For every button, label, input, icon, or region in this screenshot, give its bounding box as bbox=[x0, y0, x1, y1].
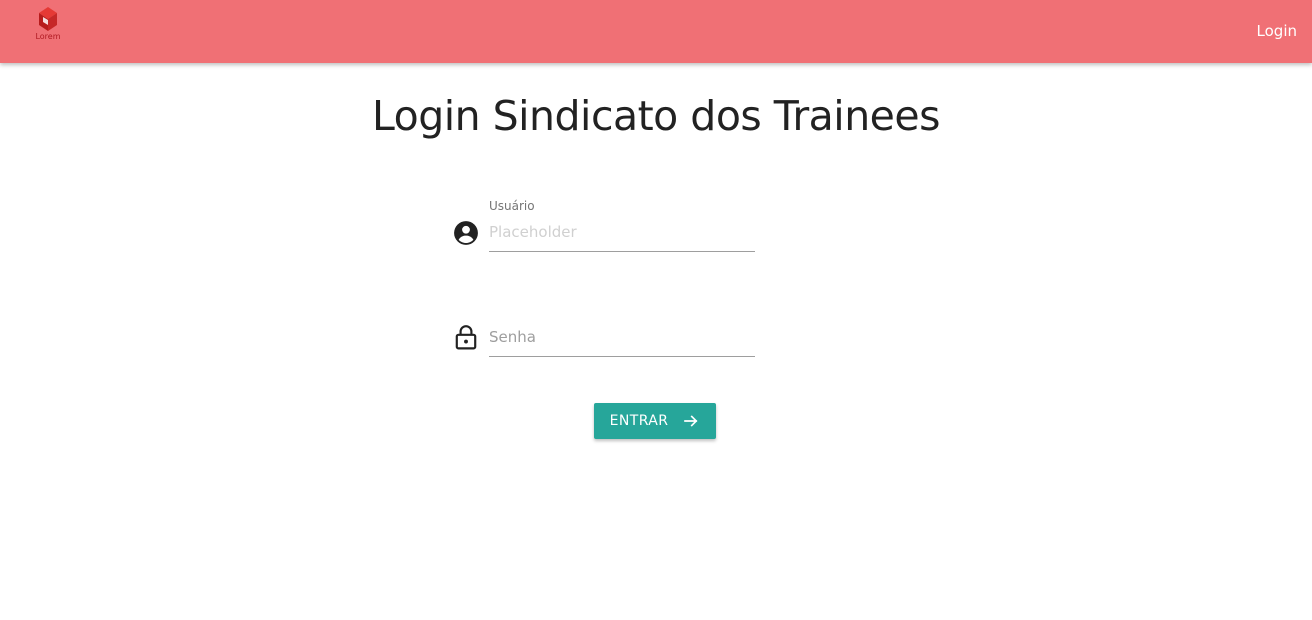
username-label: Usuário bbox=[489, 199, 535, 213]
arrow-right-icon bbox=[684, 415, 698, 427]
nav-login-link[interactable]: Login bbox=[1257, 22, 1297, 40]
username-input[interactable] bbox=[489, 223, 755, 252]
entrar-button[interactable]: ENTRAR bbox=[594, 403, 716, 439]
logo-cube-icon bbox=[39, 7, 57, 31]
account-circle-icon bbox=[454, 221, 478, 245]
lock-icon bbox=[455, 325, 477, 350]
entrar-button-label: ENTRAR bbox=[609, 413, 669, 429]
brand-logo[interactable]: Lorem bbox=[30, 5, 66, 47]
app-bar: Lorem Login bbox=[0, 0, 1312, 63]
page-title: Login Sindicato dos Trainees bbox=[371, 92, 941, 140]
logo-text: Lorem bbox=[35, 32, 61, 41]
password-input[interactable] bbox=[489, 328, 755, 357]
username-field: Usuário bbox=[453, 196, 755, 258]
password-field bbox=[453, 322, 755, 362]
